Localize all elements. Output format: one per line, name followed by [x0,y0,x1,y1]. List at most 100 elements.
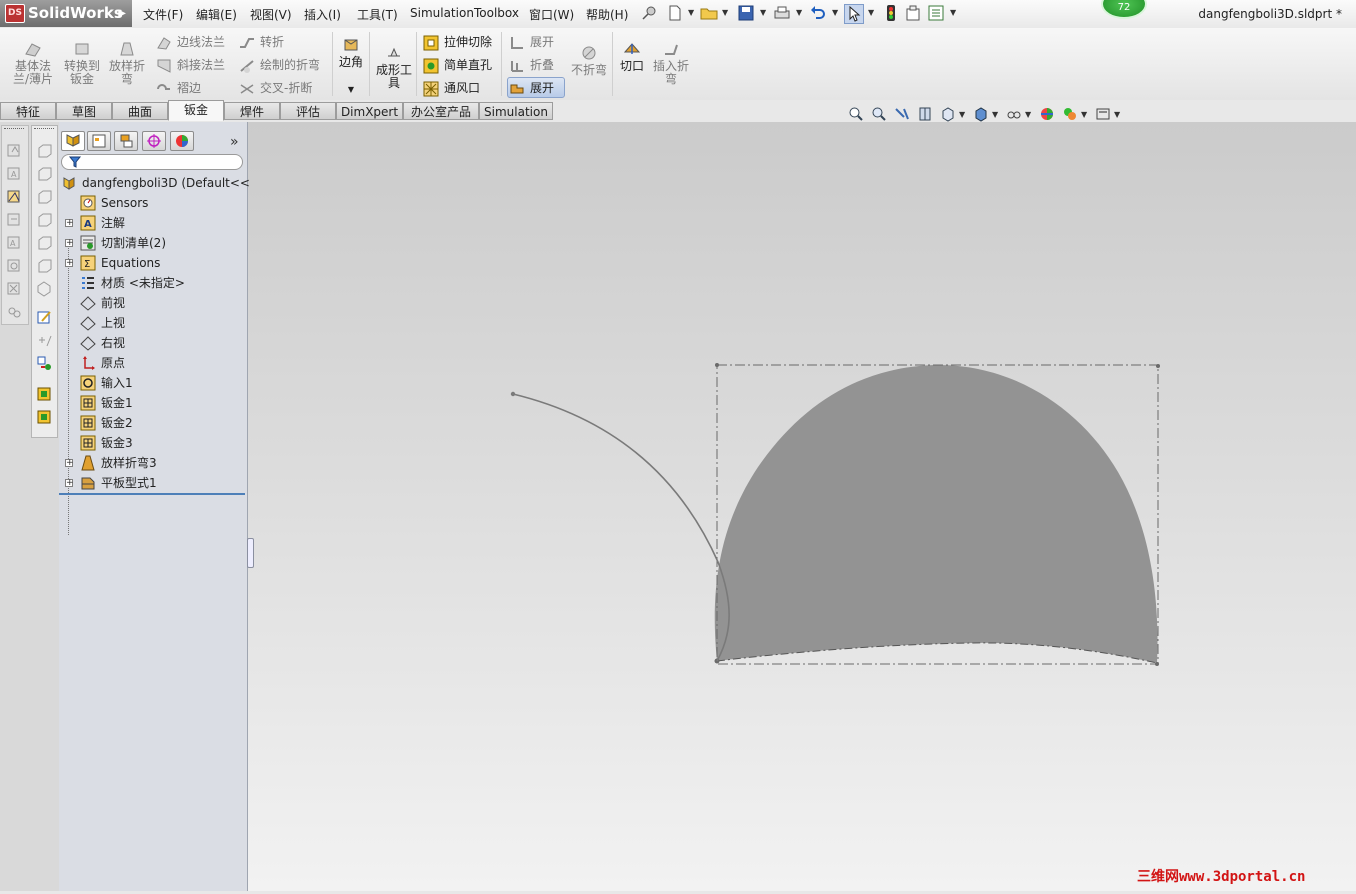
tree-item-import1[interactable]: 输入1 [59,373,247,393]
zoom-to-fit-icon[interactable] [848,106,864,122]
print-icon[interactable] [773,4,791,22]
hide-show-items-icon[interactable] [1006,106,1022,122]
extruded-cut-button[interactable]: 拉伸切除 [423,32,492,52]
graphics-area[interactable] [248,122,1356,891]
display-style-icon[interactable] [973,106,989,122]
tree-item-cut-list[interactable]: + 切割清单(2) [59,233,247,253]
back-view-icon[interactable] [36,165,53,182]
tab-office-products[interactable]: 办公室产品 [403,102,479,120]
new-document-icon[interactable] [666,4,684,22]
base-flange-button[interactable]: 基体法兰/薄片 [10,40,56,86]
propertymanager-tab[interactable] [87,131,111,151]
jog-button[interactable]: 转折 [239,32,284,52]
undo-icon[interactable] [809,4,827,22]
tab-weldments[interactable]: 焊件 [224,102,280,120]
tab-evaluate[interactable]: 评估 [280,102,336,120]
tab-features[interactable]: 特征 [0,102,56,120]
edit-appearance-icon[interactable] [1039,106,1055,122]
solidworks-logo[interactable]: DS SolidWorks ▶ [0,0,132,27]
menu-view[interactable]: 视图(V) [250,6,292,23]
expand-plus-icon[interactable]: + [65,479,74,488]
menu-simulation[interactable]: Simulation [410,6,474,20]
undo-dropdown-icon[interactable]: ▼ [832,8,838,17]
vent-button[interactable]: 通风口 [423,78,480,98]
toolbar-grip[interactable] [4,128,24,131]
no-bends-button[interactable]: 不折弯 [569,44,609,77]
expand-plus-icon[interactable]: + [65,219,74,228]
open-folder-icon[interactable] [700,4,718,22]
menu-toolbox[interactable]: Toolbox [474,6,519,20]
menu-help[interactable]: 帮助(H) [586,6,628,23]
datum-feature-icon[interactable] [6,211,23,228]
unfold-button[interactable]: 展开 [509,32,554,52]
section-view-icon[interactable] [917,106,933,122]
bottom-view-icon[interactable] [36,257,53,274]
convert-to-sheetmetal-button[interactable]: 转换到钣金 [62,40,102,86]
menu-tools[interactable]: 工具(T) [357,6,398,23]
options-dropdown-icon[interactable]: ▼ [950,8,956,17]
featuremanager-tab[interactable] [61,131,85,151]
dimxpertmanager-tab[interactable] [142,131,166,151]
top-view-icon[interactable] [36,234,53,251]
feature-cut-icon[interactable] [36,409,53,426]
menu-window[interactable]: 窗口(W) [529,6,574,23]
tab-sheetmetal[interactable]: 钣金 [168,100,224,121]
rebuild-traffic-light-icon[interactable] [882,4,900,22]
feature-tree-filter[interactable] [61,154,243,170]
tree-item-sheetmetal2[interactable]: 钣金2 [59,413,247,433]
select-dropdown-icon[interactable]: ▼ [868,8,874,17]
right-view-icon[interactable] [36,211,53,228]
cross-break-button[interactable]: 交叉-折断 [239,78,312,98]
tree-item-material[interactable]: 材质 <未指定> [59,273,247,293]
front-view-icon[interactable] [36,142,53,159]
add-relation-icon[interactable] [36,332,53,349]
menu-edit[interactable]: 编辑(E) [196,6,237,23]
note-icon[interactable]: A [6,165,23,182]
tree-item-top-plane[interactable]: 上视 [59,313,247,333]
left-view-icon[interactable] [36,188,53,205]
sketch-arc-curve[interactable] [512,393,730,662]
smart-dimension-icon[interactable] [6,142,23,159]
apply-scene-dropdown-icon[interactable]: ▼ [1081,110,1087,119]
tree-item-sensors[interactable]: Sensors [59,193,247,213]
cosmetic-thread-icon[interactable] [6,303,23,320]
flat-pattern-face[interactable] [714,365,1158,663]
file-properties-icon[interactable] [904,4,922,22]
pushpin-icon[interactable] [640,4,658,22]
new-dropdown-icon[interactable]: ▼ [688,8,694,17]
tree-item-sheetmetal3[interactable]: 钣金3 [59,433,247,453]
tab-simulation[interactable]: Simulation [479,102,553,120]
menu-insert[interactable]: 插入(I) [304,6,341,23]
corners-dropdown-icon[interactable]: ▼ [337,83,365,96]
sketch-edit-icon[interactable] [36,309,53,326]
tree-item-sheetmetal1[interactable]: 钣金1 [59,393,247,413]
sketch-arc-endpoint[interactable] [510,391,516,397]
open-dropdown-icon[interactable]: ▼ [722,8,728,17]
save-icon[interactable] [737,4,755,22]
panel-splitter-handle[interactable] [247,538,254,568]
lofted-bend-button[interactable]: 放样折弯 [107,40,147,86]
display-relations-icon[interactable] [36,355,53,372]
miter-flange-button[interactable]: 斜接法兰 [156,55,225,75]
configurationmanager-tab[interactable] [114,131,138,151]
fold-button[interactable]: 折叠 [509,55,554,75]
rollback-bar[interactable] [59,493,245,495]
hem-button[interactable]: 褶边 [156,78,201,98]
tab-dimxpert[interactable]: DimXpert [336,102,403,120]
toolbar-grip[interactable] [34,128,54,131]
tree-item-right-plane[interactable]: 右视 [59,333,247,353]
displaymanager-tab[interactable] [170,131,194,151]
tree-item-flat-pattern1[interactable]: + 平板型式1 [59,473,247,493]
insert-bends-button[interactable]: 插入折弯 [651,40,691,86]
balloon-icon[interactable] [6,257,23,274]
view-settings-icon[interactable] [1095,106,1111,122]
edge-flange-button[interactable]: 边线法兰 [156,32,225,52]
tree-item-annotations[interactable]: + A 注解 [59,213,247,233]
rebuild-badge[interactable]: 72 [1101,0,1147,19]
zoom-to-area-icon[interactable] [871,106,887,122]
options-icon[interactable] [927,4,945,22]
feature-extrude-icon[interactable] [36,386,53,403]
rip-button[interactable]: 切口 [617,40,647,73]
tree-item-origin[interactable]: 原点 [59,353,247,373]
flatten-button[interactable]: 展开 [509,78,554,98]
